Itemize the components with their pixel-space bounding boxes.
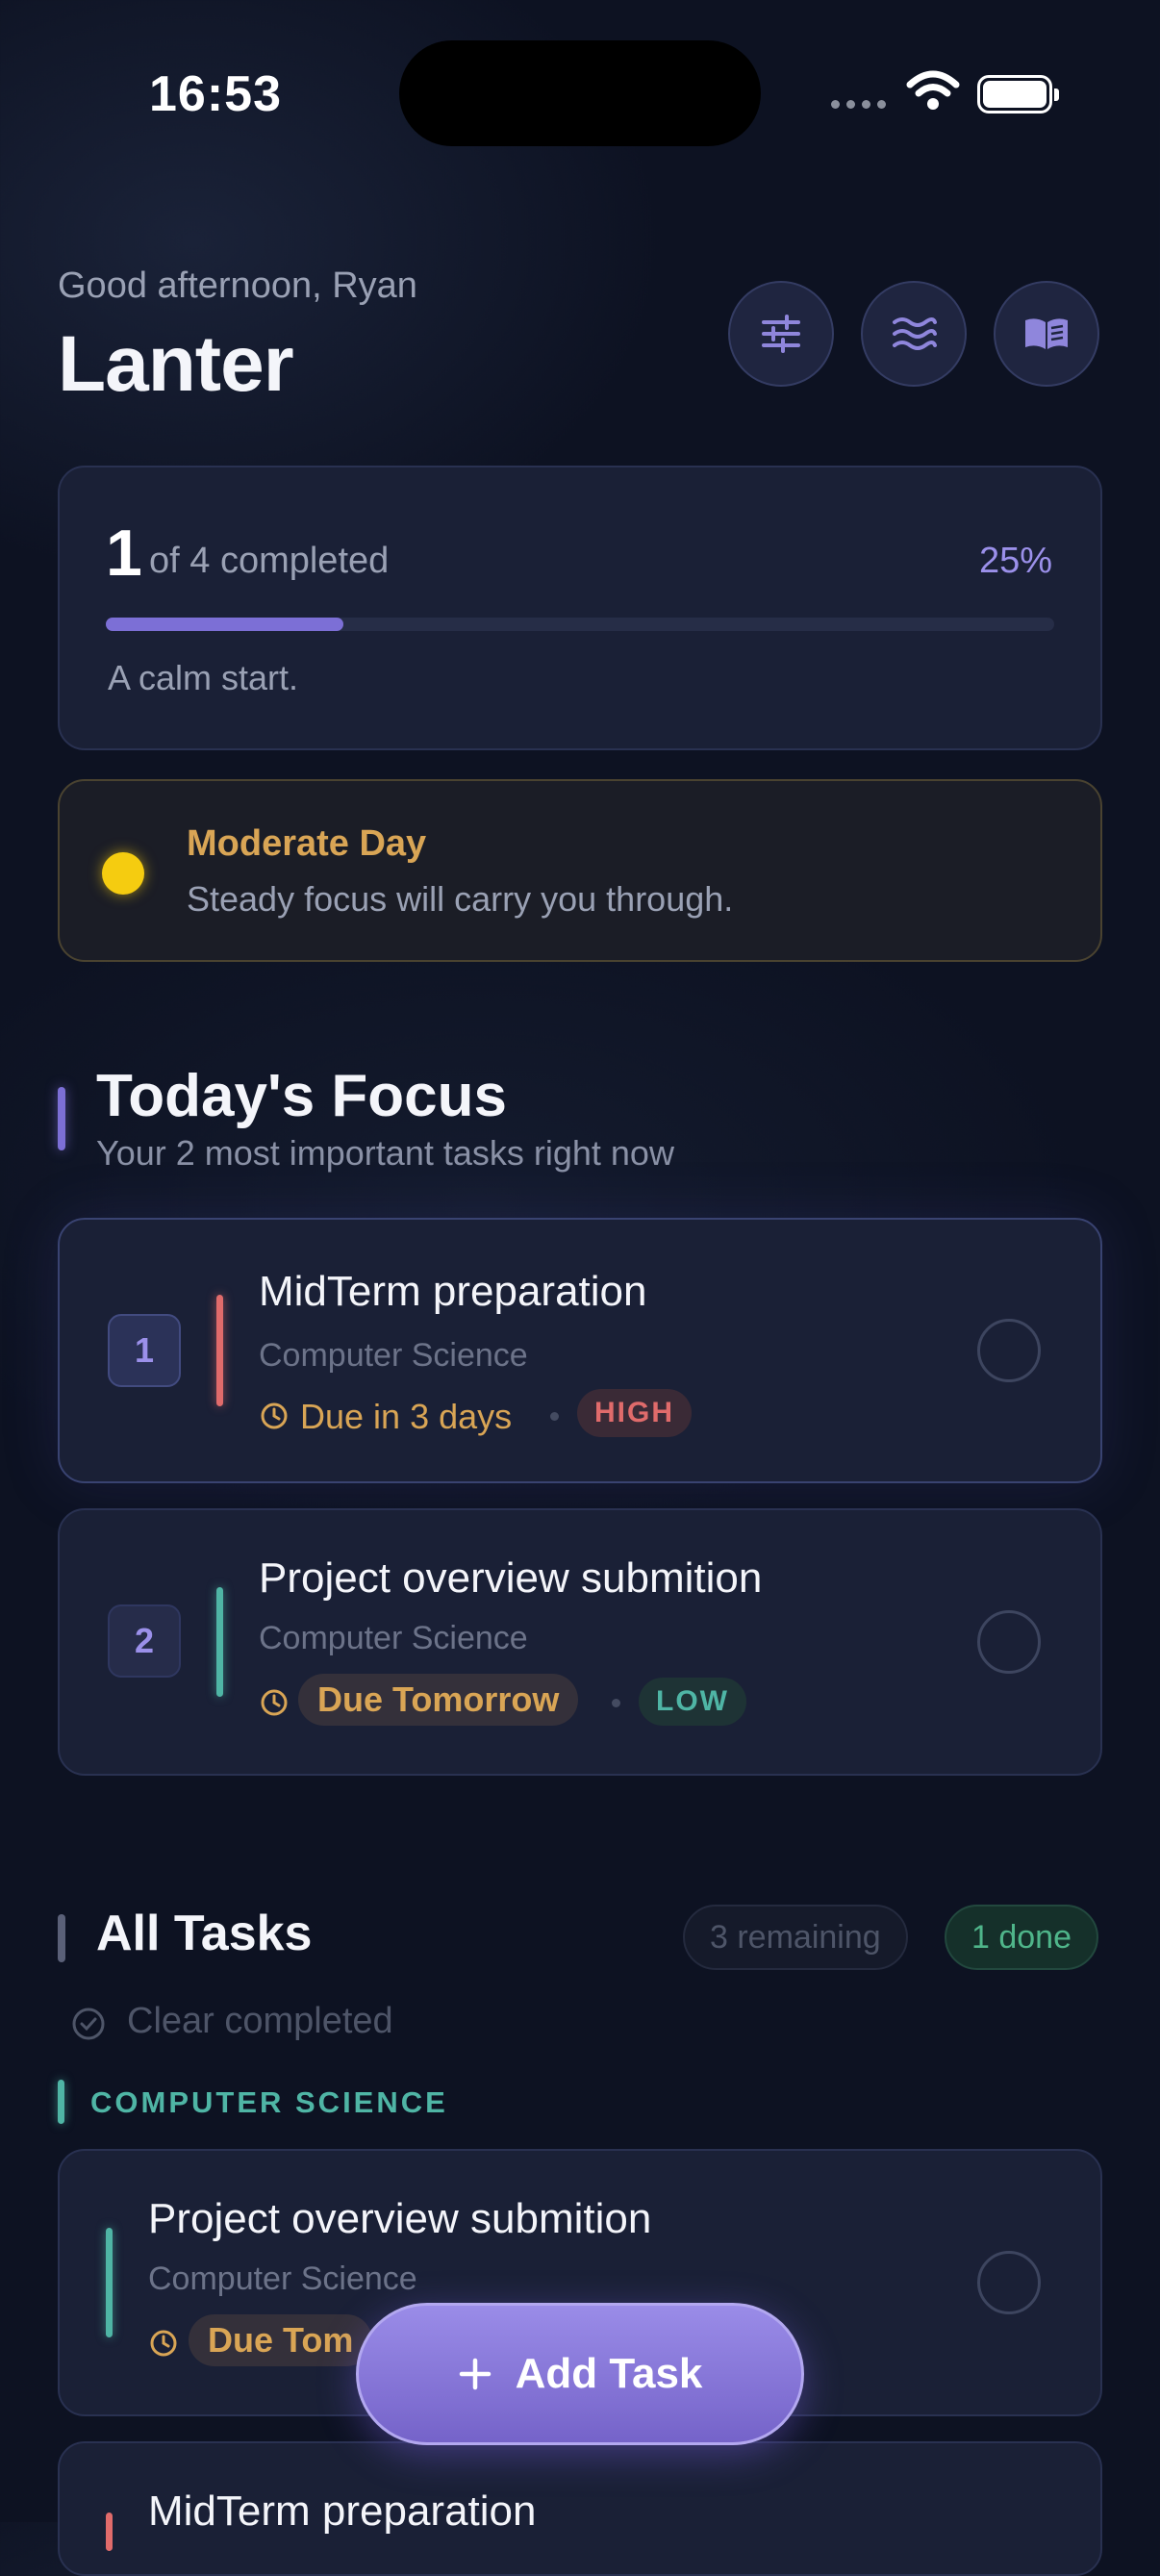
- status-time: 16:53: [149, 66, 282, 122]
- task-due: Due Tomorrow: [298, 1674, 579, 1726]
- complete-checkbox[interactable]: [977, 1319, 1041, 1382]
- signal-icon: [831, 100, 886, 109]
- task-title: MidTerm preparation: [148, 2488, 537, 2535]
- waves-icon: [893, 317, 937, 350]
- progress-fill: [106, 618, 343, 631]
- priority-bar: [216, 1295, 223, 1406]
- priority-bar: [106, 2228, 113, 2337]
- focus-task-card[interactable]: [58, 1218, 1102, 1483]
- task-rank: 2: [108, 1604, 181, 1678]
- priority-bar: [106, 2513, 113, 2551]
- complete-checkbox[interactable]: [977, 2251, 1041, 2314]
- focus-subtitle: Your 2 most important tasks right now: [96, 1133, 674, 1173]
- mood-card[interactable]: [58, 779, 1102, 962]
- complete-checkbox[interactable]: [977, 1610, 1041, 1674]
- separator-dot: [550, 1412, 559, 1421]
- add-task-label: Add Task: [515, 2350, 703, 2397]
- mood-subtitle: Steady focus will carry you through.: [187, 879, 734, 919]
- mood-title: Moderate Day: [187, 823, 427, 864]
- focus-task-card[interactable]: [58, 1508, 1102, 1776]
- section-accent: [58, 1087, 65, 1150]
- wifi-icon: [906, 70, 960, 110]
- app-title: Lanter: [58, 320, 294, 408]
- task-rank: 1: [108, 1314, 181, 1387]
- progress-percent: 25%: [978, 541, 1052, 581]
- clock-icon: [261, 1689, 288, 1716]
- task-course: Computer Science: [148, 2260, 417, 2297]
- sun-icon: [102, 852, 144, 895]
- clock-icon: [261, 1402, 288, 1429]
- group-accent: [58, 2080, 64, 2124]
- done-count: 1 done: [945, 1905, 1098, 1970]
- all-tasks-title: All Tasks: [96, 1906, 313, 1961]
- dynamic-island: [399, 40, 761, 146]
- book-icon: [1025, 318, 1068, 349]
- priority-badge: HIGH: [577, 1389, 692, 1437]
- task-course: Computer Science: [259, 1620, 528, 1656]
- completed-label: of 4 completed: [149, 541, 390, 581]
- priority-bar: [216, 1587, 223, 1697]
- group-label: COMPUTER SCIENCE: [90, 2085, 448, 2119]
- sliders-icon: [762, 315, 800, 353]
- check-circle-icon: [72, 2008, 105, 2040]
- task-course: Computer Science: [259, 1337, 528, 1374]
- add-task-button[interactable]: Add Task: [356, 2303, 804, 2445]
- task-title: MidTerm preparation: [259, 1268, 647, 1315]
- task-title: Project overview submition: [259, 1554, 763, 1602]
- task-due: Due in 3 days: [300, 1397, 513, 1436]
- journal-button[interactable]: [994, 281, 1099, 387]
- priority-badge: LOW: [639, 1678, 746, 1726]
- task-due: Due Tom: [189, 2314, 373, 2366]
- remaining-count: 3 remaining: [683, 1905, 908, 1970]
- section-accent: [58, 1914, 65, 1962]
- greeting: Good afternoon, Ryan: [58, 265, 417, 306]
- calm-mode-button[interactable]: [861, 281, 967, 387]
- battery-icon: [977, 75, 1059, 114]
- filter-button[interactable]: [728, 281, 834, 387]
- clock-icon: [150, 2330, 177, 2357]
- focus-title: Today's Focus: [96, 1063, 508, 1129]
- progress-card: [58, 466, 1102, 750]
- separator-dot: [612, 1699, 620, 1707]
- clear-completed-button[interactable]: Clear completed: [127, 2001, 393, 2042]
- task-title: Project overview submition: [148, 2195, 652, 2242]
- progress-message: A calm start.: [108, 658, 299, 697]
- completed-count: 1: [106, 517, 142, 590]
- plus-icon: [459, 2358, 491, 2390]
